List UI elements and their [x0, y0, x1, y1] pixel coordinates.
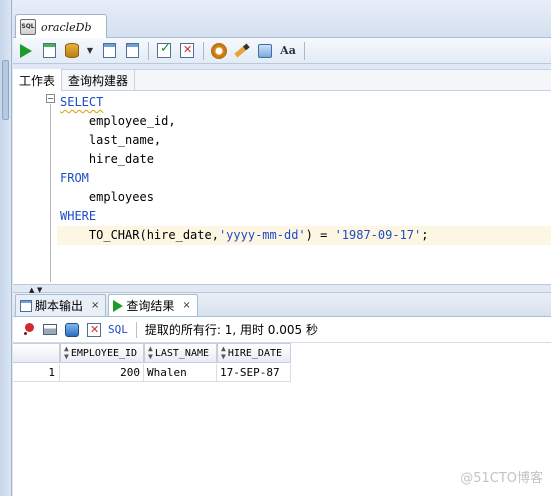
- toolbar-separator: [304, 41, 305, 60]
- sort-icon: ▲ ▼: [148, 344, 153, 361]
- history-icon[interactable]: [256, 42, 274, 60]
- sort-icon: ▲ ▼: [221, 344, 226, 361]
- column-header-last-name[interactable]: ▲ ▼ LAST_NAME: [144, 343, 217, 363]
- pin-icon[interactable]: [20, 322, 36, 338]
- code-text: ) =: [305, 228, 335, 242]
- autotrace-icon[interactable]: [123, 42, 141, 60]
- toolbar-separator: [203, 41, 204, 60]
- tab-title: oracleDb: [41, 20, 92, 34]
- clear-icon[interactable]: [233, 42, 251, 60]
- code-text: employee_id,: [60, 114, 176, 128]
- database-commit-icon[interactable]: [63, 42, 81, 60]
- code-line[interactable]: WHERE: [60, 207, 551, 226]
- column-header-employee-id[interactable]: ▲ ▼ EMPLOYEE_ID: [60, 343, 144, 363]
- string-literal: 'yyyy-mm-dd': [218, 228, 306, 242]
- sql-keyword: SELECT: [60, 95, 104, 109]
- code-text: hire_date: [60, 152, 154, 166]
- toolbar-separator: [135, 321, 137, 338]
- editor-tab-bar: SQL oracleDb: [13, 0, 551, 39]
- cell-last-name[interactable]: Whalen: [144, 364, 217, 382]
- output-panel-tabs: 脚本输出 × 查询结果 ×: [13, 293, 551, 317]
- tab-oracleDb[interactable]: SQL oracleDb: [15, 14, 107, 39]
- run-icon: [113, 299, 124, 312]
- sql-worksheet-icon: SQL: [20, 19, 36, 35]
- sql-button[interactable]: SQL: [108, 323, 128, 336]
- run-script-icon[interactable]: [40, 42, 58, 60]
- print-icon[interactable]: [42, 322, 58, 338]
- tab-query-builder[interactable]: 查询构建器: [62, 69, 136, 91]
- cell-employee-id[interactable]: 200: [60, 364, 144, 382]
- close-icon[interactable]: ×: [182, 300, 190, 311]
- fetch-status: 提取的所有行: 1, 用时 0.005 秒: [144, 323, 318, 337]
- column-header-hire-date[interactable]: ▲ ▼ HIRE_DATE: [217, 343, 291, 363]
- code-line[interactable]: employee_id,: [60, 112, 551, 131]
- watermark: @51CTO博客: [460, 471, 543, 486]
- worksheet-toolbar: ▼ Aa: [13, 38, 551, 64]
- row-number-header: [13, 343, 60, 363]
- tab-script-output[interactable]: 脚本输出 ×: [15, 294, 107, 316]
- explain-plan-icon[interactable]: [100, 42, 118, 60]
- sort-icon: ▲ ▼: [64, 344, 69, 361]
- worksheet-subtabs: 工作表 查询构建器: [13, 69, 551, 91]
- toolbar-separator: [148, 41, 149, 60]
- panel-splitter[interactable]: ▲ ▼: [13, 285, 551, 294]
- chevron-down-icon[interactable]: ▼: [86, 42, 94, 60]
- sql-keyword: FROM: [60, 171, 89, 185]
- code-area[interactable]: SELECT employee_id, last_name, hire_date…: [57, 93, 551, 245]
- sql-keyword: WHERE: [60, 209, 97, 223]
- code-text: employees: [60, 190, 154, 204]
- tab-label: 脚本输出: [35, 299, 84, 313]
- code-line[interactable]: employees: [60, 188, 551, 207]
- code-line[interactable]: SELECT: [60, 93, 551, 112]
- tab-query-result[interactable]: 查询结果 ×: [108, 294, 198, 316]
- left-edge-strip: [0, 0, 12, 496]
- left-edge-handle[interactable]: [2, 60, 9, 120]
- code-text: TO_CHAR(hire_date,: [60, 228, 219, 242]
- code-line[interactable]: hire_date: [60, 150, 551, 169]
- results-toolbar: SQL 提取的所有行: 1, 用时 0.005 秒: [13, 317, 551, 343]
- format-case-icon[interactable]: Aa: [279, 42, 297, 60]
- commit-icon[interactable]: [155, 41, 173, 60]
- string-literal: '1987-09-17': [334, 228, 422, 242]
- fold-toggle-icon[interactable]: −: [46, 94, 55, 103]
- run-statement-icon[interactable]: [17, 42, 35, 60]
- refresh-icon[interactable]: [64, 322, 80, 338]
- sql-tuning-icon[interactable]: [210, 42, 228, 60]
- tab-label: 查询结果: [126, 299, 175, 313]
- sql-editor[interactable]: − SELECT employee_id, last_name, hire_da…: [13, 91, 551, 285]
- rollback-icon[interactable]: [178, 42, 196, 60]
- code-line[interactable]: TO_CHAR(hire_date,'yyyy-mm-dd') = '1987-…: [57, 226, 551, 245]
- code-text: last_name,: [60, 133, 162, 147]
- worksheet-window: SQL oracleDb ▼ Aa 工作表 查询构建器 − SELECT emp…: [13, 0, 551, 496]
- code-line[interactable]: FROM: [60, 169, 551, 188]
- fold-guide: [50, 104, 51, 282]
- cell-hire-date[interactable]: 17-SEP-87: [217, 364, 291, 382]
- script-output-icon: [20, 299, 32, 312]
- code-text: ;: [421, 228, 429, 242]
- code-line[interactable]: last_name,: [60, 131, 551, 150]
- row-number: 1: [13, 364, 60, 382]
- close-icon[interactable]: ×: [91, 300, 99, 311]
- delete-icon[interactable]: [86, 322, 102, 338]
- tab-worksheet[interactable]: 工作表: [13, 69, 63, 91]
